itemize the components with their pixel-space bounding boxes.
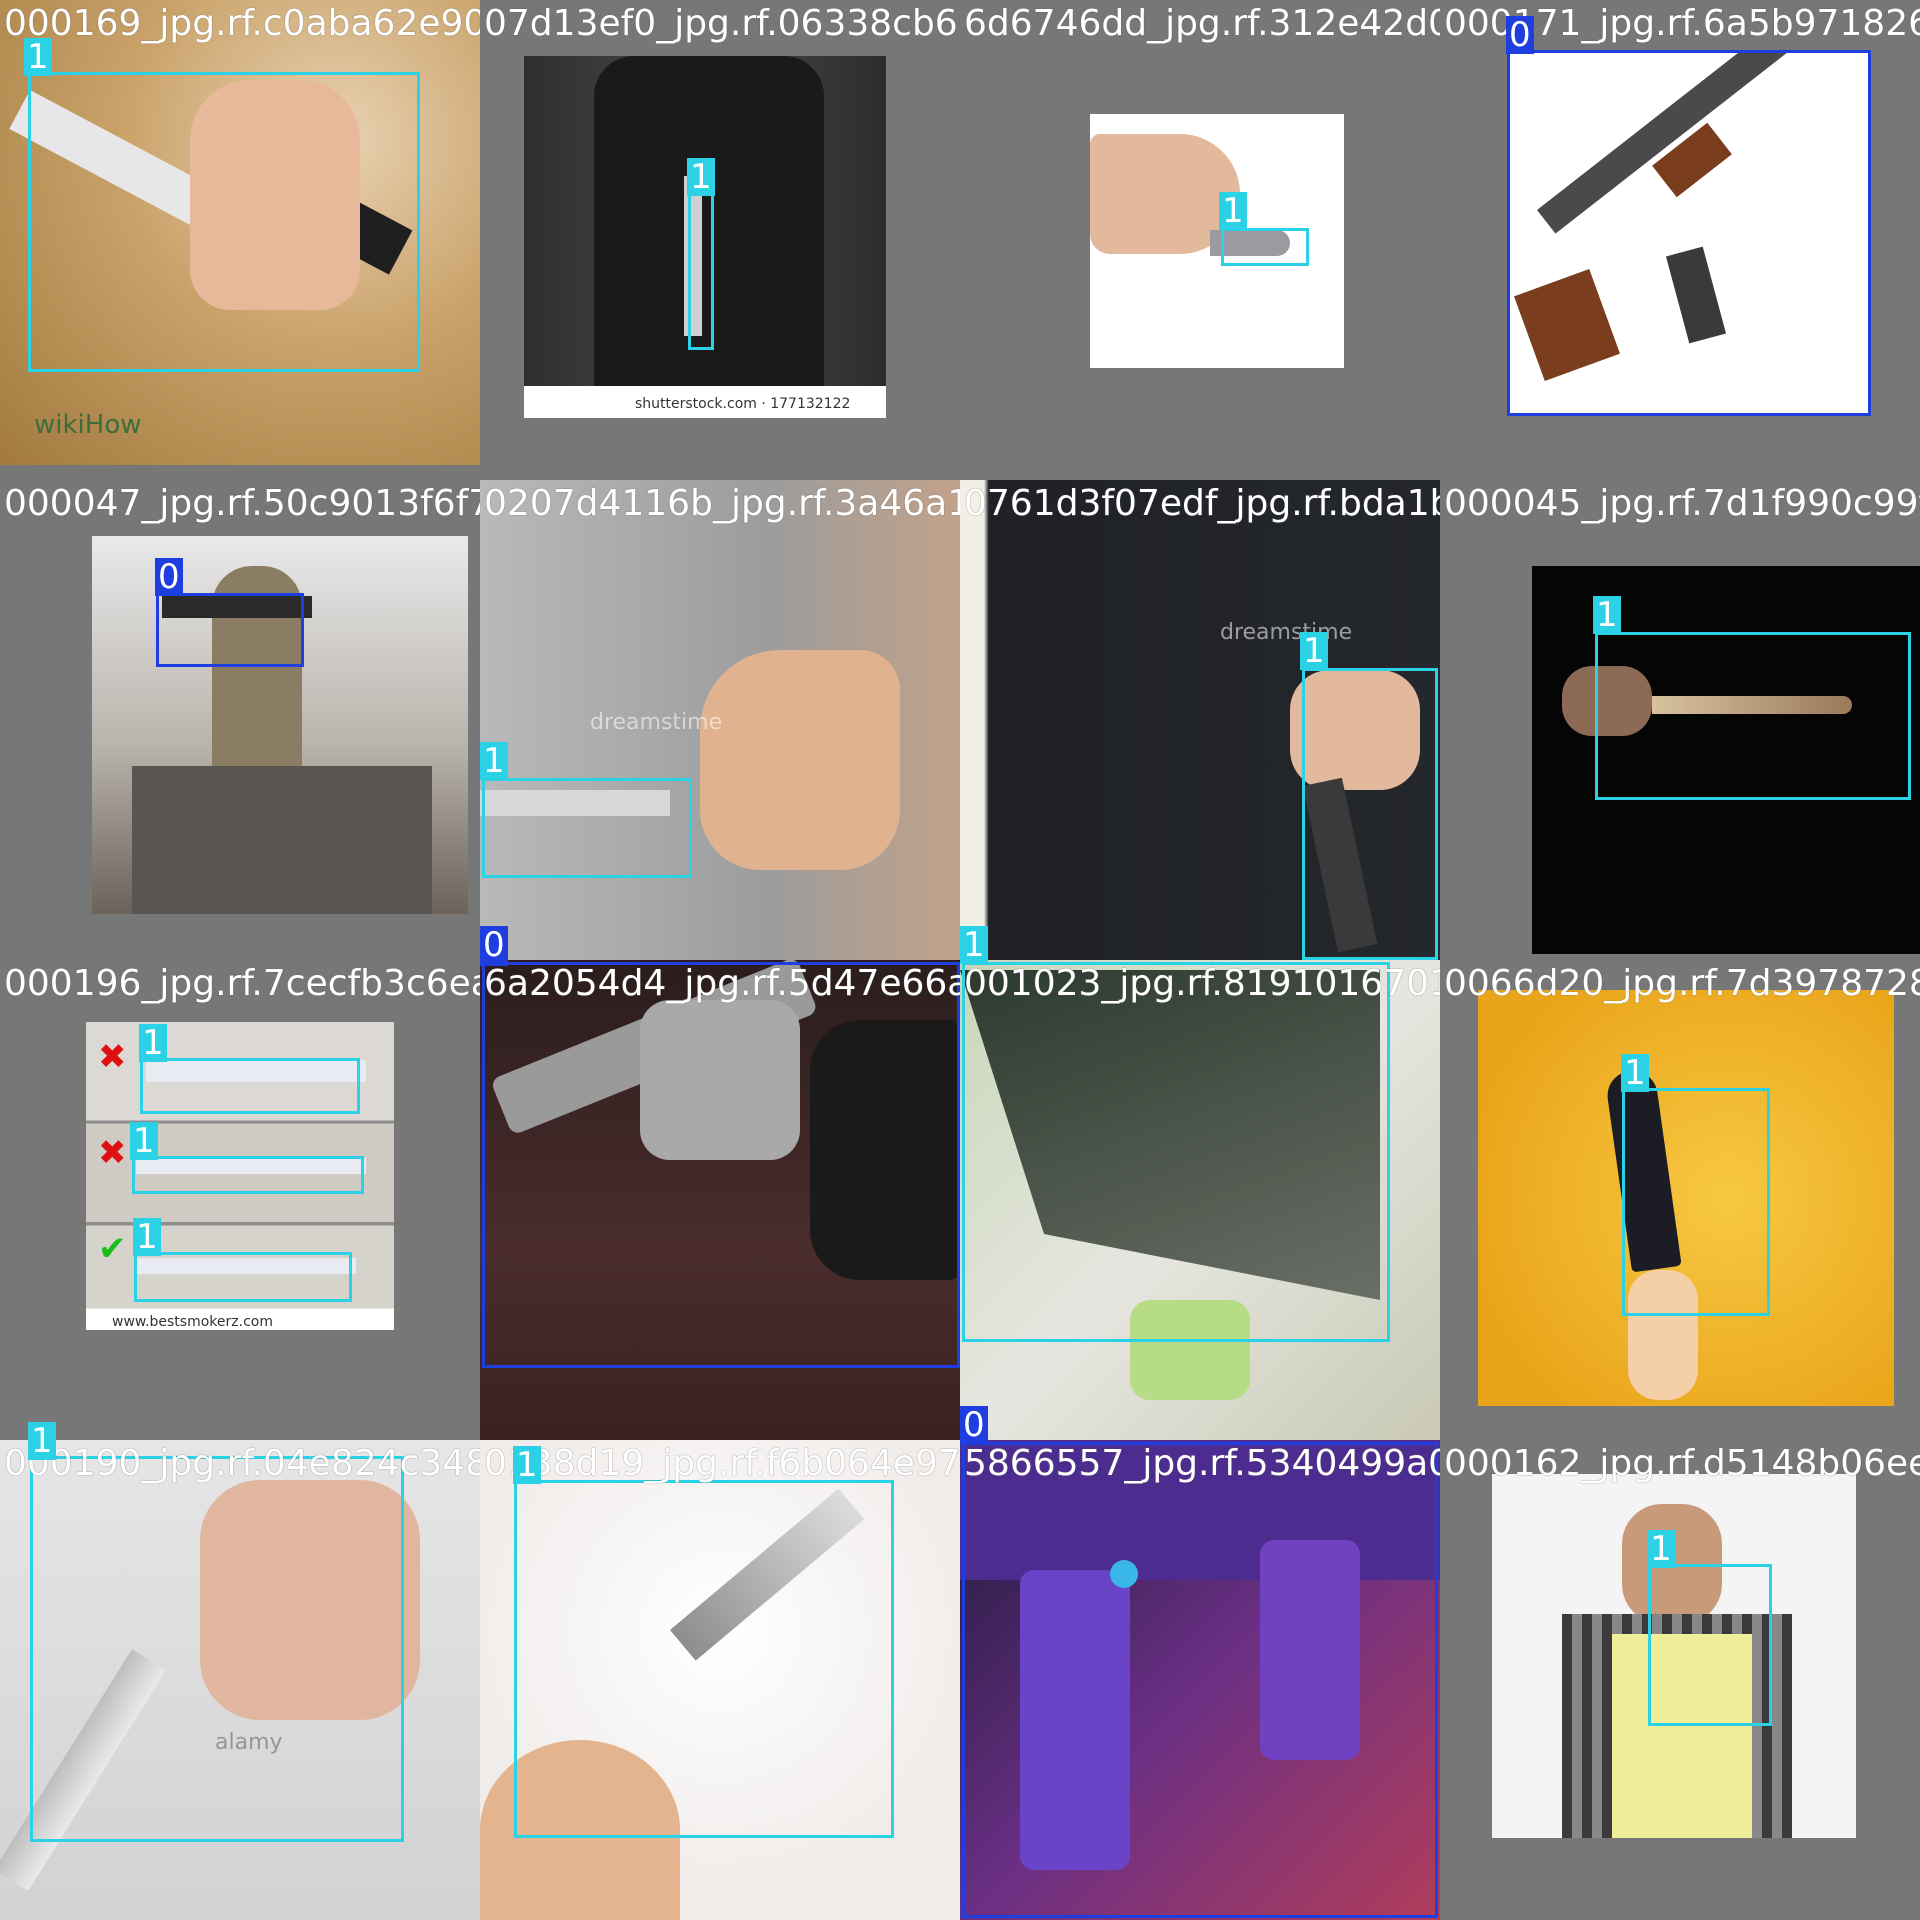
tile-14[interactable]: 1 0138d19_jpg.rf.f6b064e97b2 xyxy=(480,1440,960,1920)
class-label: 1 xyxy=(1300,632,1328,670)
tile-filename: 001023_jpg.rf.8191016701de xyxy=(964,963,1440,1004)
tile-16[interactable]: 1 000162_jpg.rf.d5148b06ee8b xyxy=(1440,1440,1920,1920)
class-label: 1 xyxy=(1219,192,1247,230)
bounding-box[interactable] xyxy=(156,593,304,667)
class-label: 1 xyxy=(1593,596,1621,634)
class-label: 1 xyxy=(513,1446,541,1484)
watermark-text: wikiHow xyxy=(34,410,142,440)
class-label: 1 xyxy=(1621,1054,1649,1092)
bounding-box[interactable] xyxy=(1507,50,1871,416)
watermark-text: dreamstime xyxy=(590,710,723,735)
class-label: 0 xyxy=(1506,16,1534,54)
class-label: 1 xyxy=(480,742,508,780)
bounding-box[interactable] xyxy=(482,962,960,1368)
class-label: 1 xyxy=(960,926,988,964)
tile-filename: 000190_jpg.rf.04e824c348e xyxy=(4,1443,480,1484)
tile-filename: 000169_jpg.rf.c0aba62e90f1 xyxy=(4,3,480,44)
tile-filename: 0066d20_jpg.rf.7d39787282e xyxy=(1444,963,1920,1004)
tile-filename: 6d6746dd_jpg.rf.312e42d0e585 xyxy=(964,3,1440,44)
caption-text: shutterstock.com · 177132122 xyxy=(635,396,851,412)
tile-9[interactable]: ✖ ✖ ✔ www.bestsmokerz.com 1 1 1 000196_j… xyxy=(0,960,480,1440)
bounding-box[interactable] xyxy=(140,1058,360,1114)
bounding-box[interactable] xyxy=(28,72,420,372)
tile-filename: 000047_jpg.rf.50c9013f6f76 xyxy=(4,483,480,524)
class-label: 1 xyxy=(28,1422,56,1460)
bounding-box[interactable] xyxy=(482,778,692,878)
bounding-box[interactable] xyxy=(962,1442,1438,1918)
tile-filename: 000162_jpg.rf.d5148b06ee8b xyxy=(1444,1443,1920,1484)
class-label: 0 xyxy=(960,1406,988,1444)
tile-filename: 0761d3f07edf_jpg.rf.bda1bd4eea xyxy=(964,483,1440,524)
bounding-box[interactable] xyxy=(1302,668,1438,960)
tile-13[interactable]: alamy 000190_jpg.rf.04e824c348e xyxy=(0,1440,480,1920)
bounding-box[interactable] xyxy=(1221,228,1309,266)
tile-4[interactable]: 0 000171_jpg.rf.6a5b971826e xyxy=(1440,0,1920,480)
caption-text: www.bestsmokerz.com xyxy=(112,1314,273,1330)
tile-7[interactable]: dreamstime 1 0761d3f07edf_jpg.rf.bda1bd4… xyxy=(960,480,1440,960)
watermark-text: dreamstime xyxy=(1220,620,1353,645)
tile-filename: 0138d19_jpg.rf.f6b064e97b2 xyxy=(484,1443,960,1484)
tile-10[interactable]: 0 6a2054d4_jpg.rf.5d47e66a3c xyxy=(480,960,960,1440)
image-mosaic: wikiHow 1 000169_jpg.rf.c0aba62e90f1 shu… xyxy=(0,0,1920,1920)
tile-11[interactable]: 001023_jpg.rf.8191016701de xyxy=(960,960,1440,1440)
bounding-box[interactable] xyxy=(30,1456,404,1842)
tile-filename: 07d13ef0_jpg.rf.06338cb60fb2 xyxy=(484,3,960,44)
bounding-box[interactable] xyxy=(1648,1564,1772,1726)
tile-8[interactable]: 1 000045_jpg.rf.7d1f990c99f625 xyxy=(1440,480,1920,960)
bounding-box[interactable] xyxy=(134,1252,352,1302)
tile-filename: 5866557_jpg.rf.5340499a03 xyxy=(964,1443,1440,1484)
bounding-box[interactable] xyxy=(132,1156,364,1194)
bounding-box[interactable] xyxy=(514,1480,894,1838)
bounding-box[interactable] xyxy=(962,962,1390,1342)
class-label: 1 xyxy=(139,1024,167,1062)
class-label: 0 xyxy=(155,558,183,596)
bounding-box[interactable] xyxy=(688,192,714,350)
bounding-box[interactable] xyxy=(1622,1088,1770,1316)
tile-filename: 6a2054d4_jpg.rf.5d47e66a3c xyxy=(484,963,960,1004)
tile-filename: 000196_jpg.rf.7cecfb3c6ea0 xyxy=(4,963,480,1004)
tile-5[interactable]: 0 000047_jpg.rf.50c9013f6f76 xyxy=(0,480,480,960)
tile-filename: 0207d4116b_jpg.rf.3a46a17d4e xyxy=(484,483,960,524)
tile-1[interactable]: wikiHow 1 000169_jpg.rf.c0aba62e90f1 xyxy=(0,0,480,480)
tile-filename: 000045_jpg.rf.7d1f990c99f625 xyxy=(1444,483,1920,524)
tile-2[interactable]: shutterstock.com · 177132122 1 07d13ef0_… xyxy=(480,0,960,480)
class-label: 1 xyxy=(24,38,52,76)
class-label: 0 xyxy=(480,926,508,964)
class-label: 1 xyxy=(1647,1530,1675,1568)
class-label: 1 xyxy=(133,1218,161,1256)
class-label: 1 xyxy=(130,1122,158,1160)
bounding-box[interactable] xyxy=(1595,632,1911,800)
tile-3[interactable]: 1 6d6746dd_jpg.rf.312e42d0e585 xyxy=(960,0,1440,480)
tile-12[interactable]: 1 0066d20_jpg.rf.7d39787282e xyxy=(1440,960,1920,1440)
tile-15[interactable]: 5866557_jpg.rf.5340499a03 xyxy=(960,1440,1440,1920)
class-label: 1 xyxy=(687,158,715,196)
tile-6[interactable]: dreamstime 1 0207d4116b_jpg.rf.3a46a17d4… xyxy=(480,480,960,960)
